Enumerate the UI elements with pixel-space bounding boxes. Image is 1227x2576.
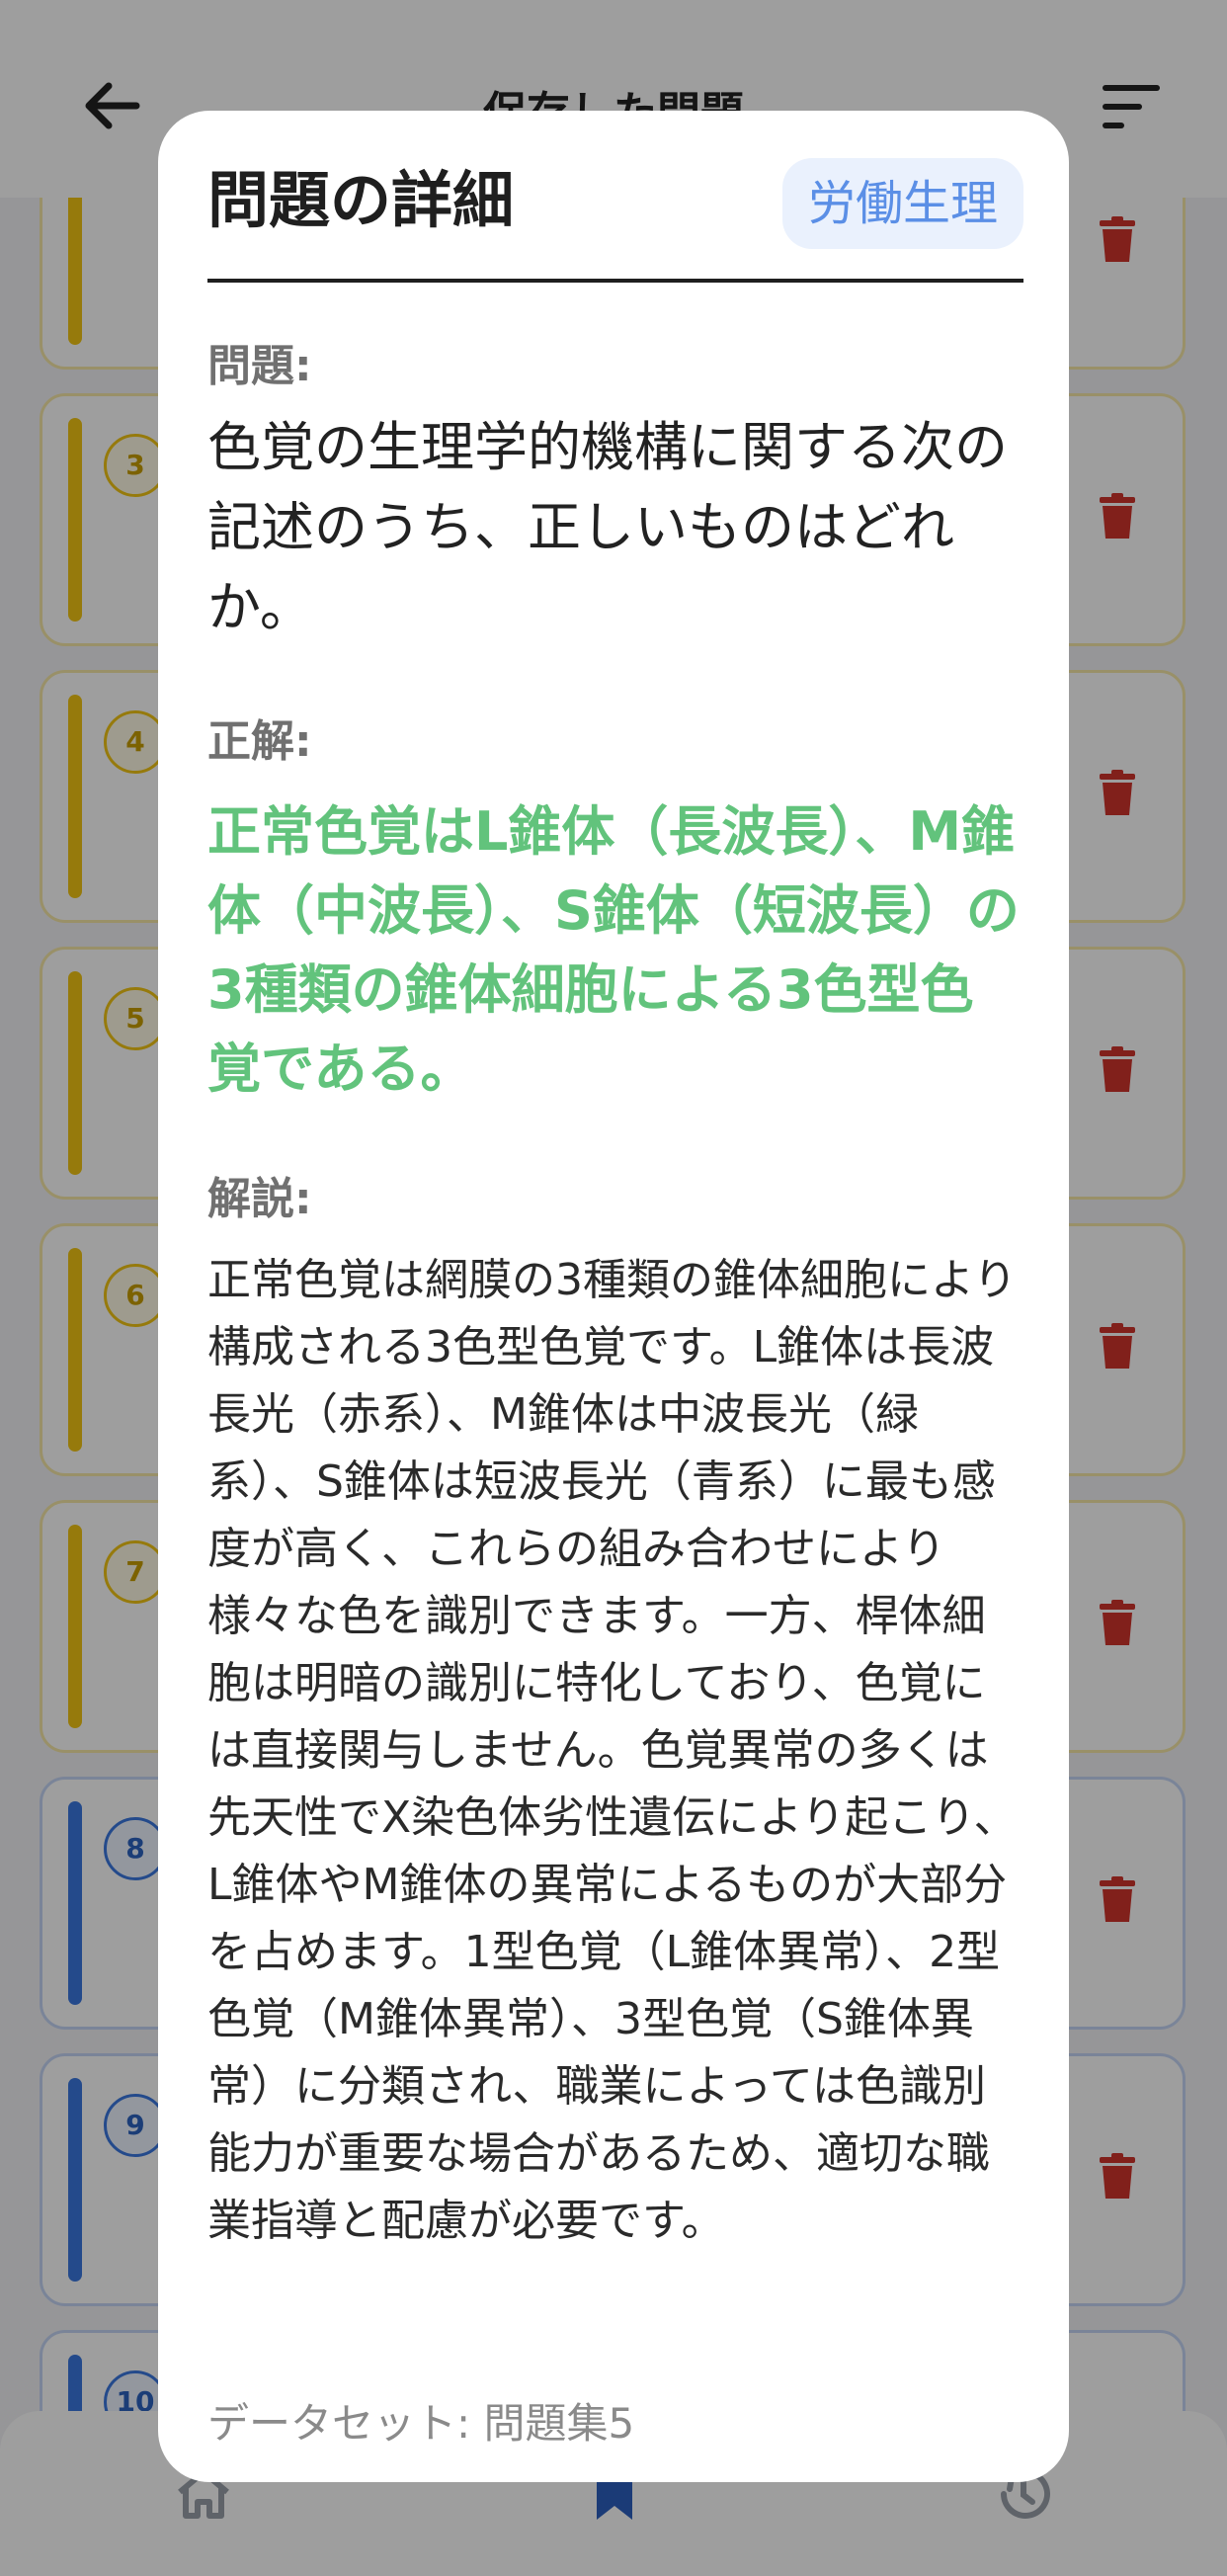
correct-answer-text: 正常色覚はL錐体（長波長）、M錐体（中波長）、S錐体（短波長）の3種類の錐体細胞…	[207, 800, 1020, 1100]
category-badge: 労働生理	[781, 158, 1023, 249]
explanation-text: 正常色覚は網膜の3種類の錐体細胞により構成される3色型色覚です。L錐体は長波長光…	[207, 1255, 1018, 2246]
question-label: 問題:	[207, 341, 312, 391]
divider	[207, 279, 1023, 283]
question-text: 色覚の生理学的機構に関する次の記述のうち、正しいものはどれか。	[207, 416, 1008, 638]
dataset-info: データセット: 問題集5	[207, 2399, 635, 2448]
modal-title: 問題の詳細	[207, 164, 515, 236]
answer-label: 正解:	[207, 716, 312, 767]
question-detail-modal: 問題の詳細 労働生理 問題: 色覚の生理学的機構に関する次の記述のうち、正しいも…	[158, 111, 1069, 2482]
explanation-label: 解説:	[207, 1174, 312, 1224]
